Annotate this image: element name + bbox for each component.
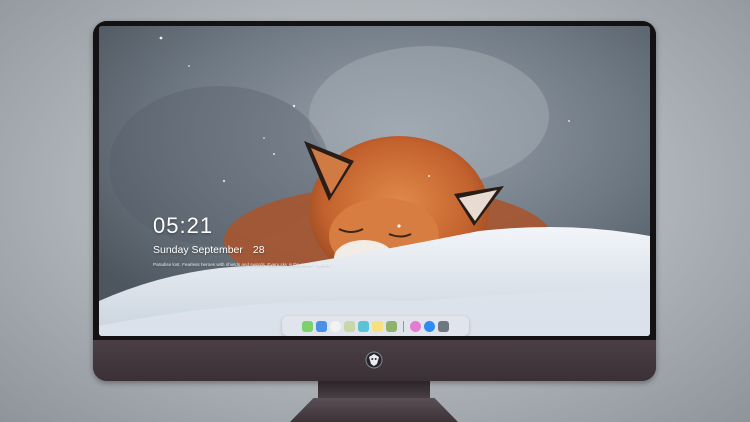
lock-clock: 05:21	[153, 213, 214, 238]
monitor-stand-base	[290, 398, 458, 422]
photos-icon[interactable]	[386, 320, 397, 332]
lock-quote: Paradise lost. Fearless heroes with shie…	[153, 262, 331, 267]
desktop-screen: 05:21 Sunday September 28 Paradise lost. …	[99, 26, 650, 336]
monitor-bezel: 05:21 Sunday September 28 Paradise lost. …	[93, 21, 656, 340]
camera-icon[interactable]	[438, 320, 449, 332]
safari-icon[interactable]	[330, 320, 341, 332]
finder-icon[interactable]	[316, 320, 327, 332]
brand-logo-icon	[365, 351, 383, 369]
lock-screen-info: 05:21 Sunday September 28 Paradise lost. …	[153, 213, 331, 268]
dock-separator	[403, 320, 404, 332]
notes-icon[interactable]	[372, 320, 383, 332]
lock-date: Sunday September 28	[153, 244, 330, 256]
monitor: 05:21 Sunday September 28 Paradise lost. …	[93, 21, 656, 381]
preview-icon[interactable]	[344, 320, 355, 332]
music-icon[interactable]	[410, 320, 421, 332]
dock	[282, 316, 469, 336]
lock-date-day: 28	[252, 244, 265, 256]
fox-wallpaper	[99, 26, 650, 336]
lock-date-weekday-month: Sunday September	[153, 244, 243, 256]
monitor-chin	[93, 340, 656, 381]
monitor-stand-neck	[318, 381, 430, 399]
clapper-icon[interactable]	[358, 320, 369, 332]
app-store-icon[interactable]	[424, 320, 435, 332]
messages-icon[interactable]	[302, 320, 313, 332]
